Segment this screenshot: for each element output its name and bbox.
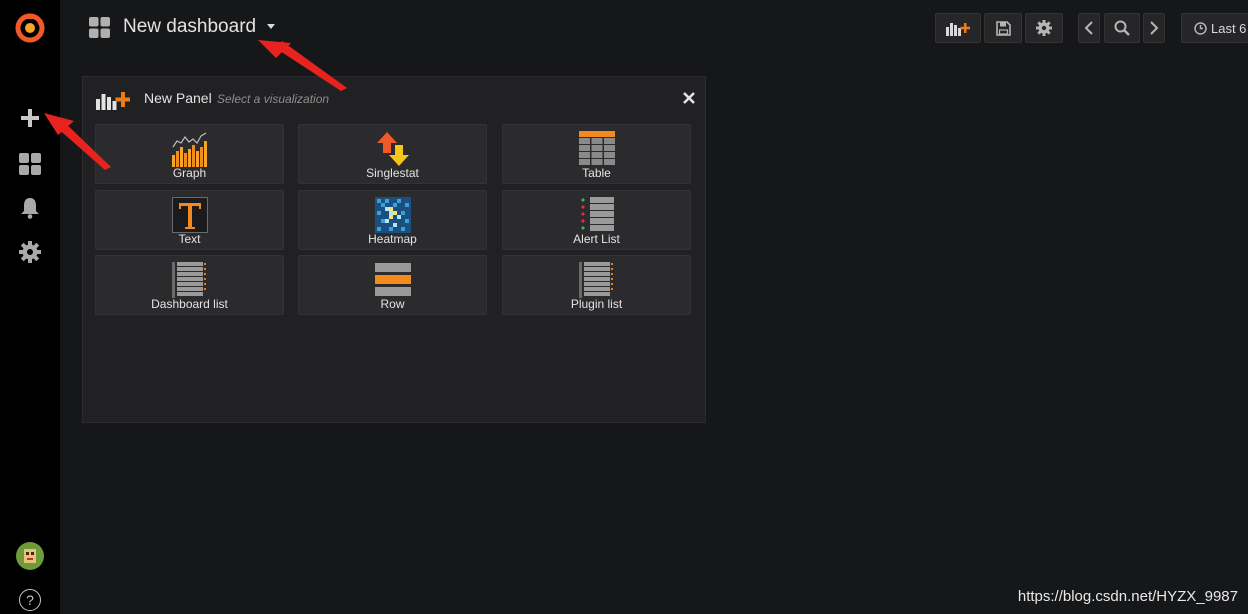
annotation-arrows — [44, 40, 347, 170]
annotation-arrow — [44, 113, 111, 170]
watermark: https://blog.csdn.net/HYZX_9987 — [1017, 588, 1238, 605]
annotation-arrow — [258, 40, 347, 91]
